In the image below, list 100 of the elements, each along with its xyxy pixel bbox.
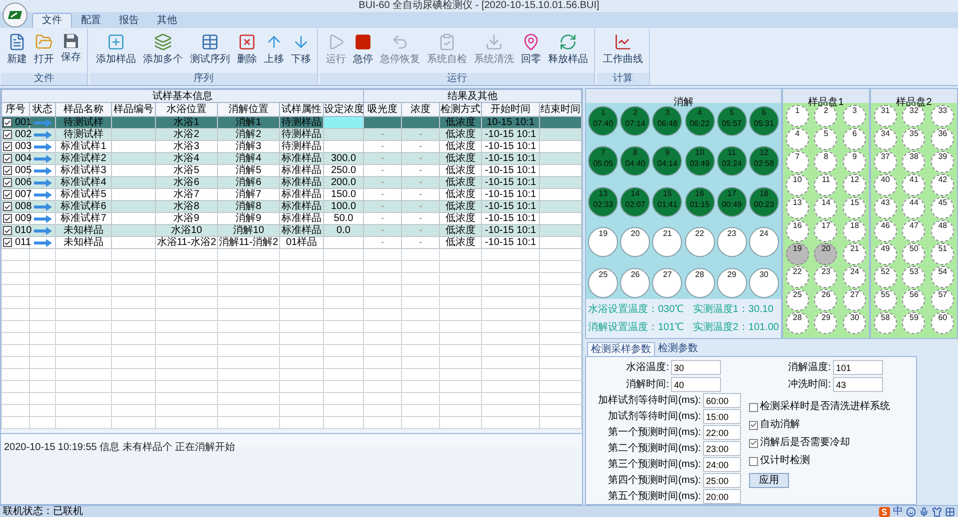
row-checkbox[interactable] (3, 166, 12, 175)
table-row[interactable]: 008 标准试样6 水浴8 消解8 标准样品 100.0 - - 低浓度 -10-15 10:1 (2, 200, 582, 212)
row-checkbox[interactable] (3, 214, 12, 223)
ribbon-button[interactable]: 回零 (519, 29, 543, 73)
smile-icon (906, 506, 916, 516)
table-cell: - (380, 201, 384, 212)
well-number: 14 (822, 198, 830, 209)
table-cell: - (418, 213, 422, 224)
row-checkbox[interactable] (3, 202, 12, 211)
well-number: 59 (910, 313, 918, 324)
checkbox[interactable] (749, 438, 758, 448)
ribbon-button[interactable]: 添加多个 (141, 29, 185, 73)
well-timer: 00:23 (754, 200, 774, 209)
row-checkbox[interactable] (3, 154, 12, 163)
row-checkbox[interactable] (3, 238, 12, 247)
input-field[interactable]: 25:00 (703, 473, 741, 488)
well-timer: 04:14 (657, 159, 678, 168)
table-row[interactable]: 003 标准试样1 水浴3 消解3 待测样品 - - 低浓度 -10-15 10:1 (2, 140, 582, 152)
table-cell: - (380, 189, 384, 200)
table-cell: - (418, 201, 422, 212)
ribbon-tab[interactable]: 报告 (110, 13, 148, 28)
well-number: 34 (880, 129, 890, 140)
table-cell: 待测试样 (64, 129, 104, 140)
row-number: 005 (14, 165, 32, 176)
table-cell: 待测样品 (282, 117, 322, 128)
well-number: 42 (938, 175, 948, 186)
input-field[interactable]: 15:00 (703, 409, 741, 424)
table-row[interactable]: 007 标准试样5 水浴7 消解7 标准样品 150.0 - - 低浓度 -10-15 10:1 (2, 188, 582, 200)
row-checkbox[interactable] (3, 142, 12, 151)
table-row[interactable]: 006 标准试样4 水浴6 消解6 标准样品 200.0 - - 低浓度 -10-15 10:1 (2, 176, 582, 188)
ribbon-button[interactable]: 上移 (262, 29, 286, 73)
table-cell: 250.0 (330, 165, 356, 176)
ribbon-button[interactable]: 测试序列 (188, 29, 232, 73)
well-number: 19 (792, 244, 802, 255)
well-number: 37 (880, 152, 890, 163)
table-cell: 150.0 (330, 189, 356, 200)
ribbon-button[interactable]: 删除 (235, 29, 259, 73)
ribbon-button[interactable]: 急停 (351, 29, 375, 73)
input-field[interactable]: 22:00 (703, 425, 741, 440)
input-field[interactable]: 23:00 (703, 441, 741, 456)
ribbon-button[interactable]: 释放样品 (546, 29, 590, 73)
table-row[interactable]: 009 标准试样7 水浴9 消解9 标准样品 50.0 - - 低浓度 -10-15 10:1 (2, 212, 582, 224)
row-checkbox[interactable] (3, 130, 12, 139)
ribbon-tab[interactable]: 配置 (72, 13, 110, 28)
settings-tab[interactable]: 检测采样参数 (587, 342, 655, 356)
table-cell: 待测试样 (64, 117, 104, 128)
well-number: 30 (759, 270, 768, 279)
well-timer: 04:40 (625, 159, 646, 168)
well-number: 41 (910, 175, 918, 186)
row-number: 008 (14, 201, 32, 212)
field-label: 消解温度: (787, 362, 832, 374)
table-cell: 标准试样3 (60, 165, 106, 176)
ribbon-tab[interactable]: 其他 (148, 13, 186, 28)
input-field[interactable]: 60:00 (703, 393, 741, 408)
row-checkbox[interactable] (3, 118, 12, 127)
settings-tab[interactable]: 检测参数 (655, 342, 701, 356)
input-field[interactable]: 24:00 (703, 457, 741, 472)
input-field[interactable]: 43 (833, 377, 883, 392)
ribbon-button[interactable]: 保存 (59, 29, 83, 73)
table-cell: 水浴4 (174, 153, 200, 164)
ribbon-button[interactable]: 工作曲线 (601, 29, 645, 73)
right-arrow-icon (34, 238, 52, 246)
table-cell: - (380, 129, 384, 140)
checkbox[interactable] (749, 402, 758, 412)
checkbox-label: 检测采样时是否清洗进样系统 (760, 401, 890, 413)
row-checkbox[interactable] (3, 226, 12, 235)
input-field[interactable]: 101 (833, 360, 883, 375)
ribbon-button[interactable]: 添加样品 (94, 29, 138, 73)
stop-icon (353, 32, 373, 52)
app-logo-icon (2, 2, 28, 28)
table-cell: - (380, 213, 384, 224)
ribbon-tab[interactable]: 文件 (32, 13, 72, 28)
download-icon (484, 32, 504, 52)
well-number: 7 (795, 152, 800, 163)
table-cell: 消解2 (236, 129, 262, 140)
table-row[interactable]: 002 待测试样 水浴2 消解2 待测样品 - - 低浓度 -10-15 10:1 (2, 128, 582, 140)
checkbox[interactable] (749, 456, 758, 466)
well-number: 27 (850, 290, 860, 301)
table-row[interactable]: 010 未知样品 水浴10 消解10 标准样品 0.0 - - 低浓度 -10-15 10:1 (2, 224, 582, 236)
table-row[interactable]: 004 标准试样2 水浴4 消解4 标准样品 300.0 - - 低浓度 -10-15 10:1 (2, 152, 582, 164)
input-field[interactable]: 40 (671, 377, 721, 392)
apply-button[interactable]: 应用 (749, 473, 789, 488)
table-row[interactable]: 011 未知样品 水浴11-水浴2 消解11-消解2 01样品 - - 低浓度 -10-15 10:1 (2, 236, 582, 248)
panel-title: 消解 (674, 97, 694, 108)
well-number: 2 (633, 108, 638, 117)
table-cell: 待测样品 (282, 141, 322, 152)
table-row[interactable]: 005 标准试样3 水浴5 消解5 标准样品 250.0 - - 低浓度 -10-15 10:1 (2, 164, 582, 176)
checkbox[interactable] (749, 420, 758, 430)
table-cell: 消解5 (236, 165, 262, 176)
row-checkbox[interactable] (3, 190, 12, 199)
ribbon-button[interactable]: 下移 (289, 29, 313, 73)
table-cell: 消解4 (236, 153, 262, 164)
input-field[interactable]: 20:00 (703, 489, 741, 504)
table-cell: 低浓度 (446, 117, 476, 128)
well-number: 10 (695, 148, 704, 158)
ribbon-button[interactable]: 新建 (5, 29, 29, 73)
input-field[interactable]: 30 (671, 360, 721, 375)
well-number: 19 (598, 229, 608, 238)
row-checkbox[interactable] (3, 178, 12, 187)
ribbon-button[interactable]: 打开 (32, 29, 56, 73)
